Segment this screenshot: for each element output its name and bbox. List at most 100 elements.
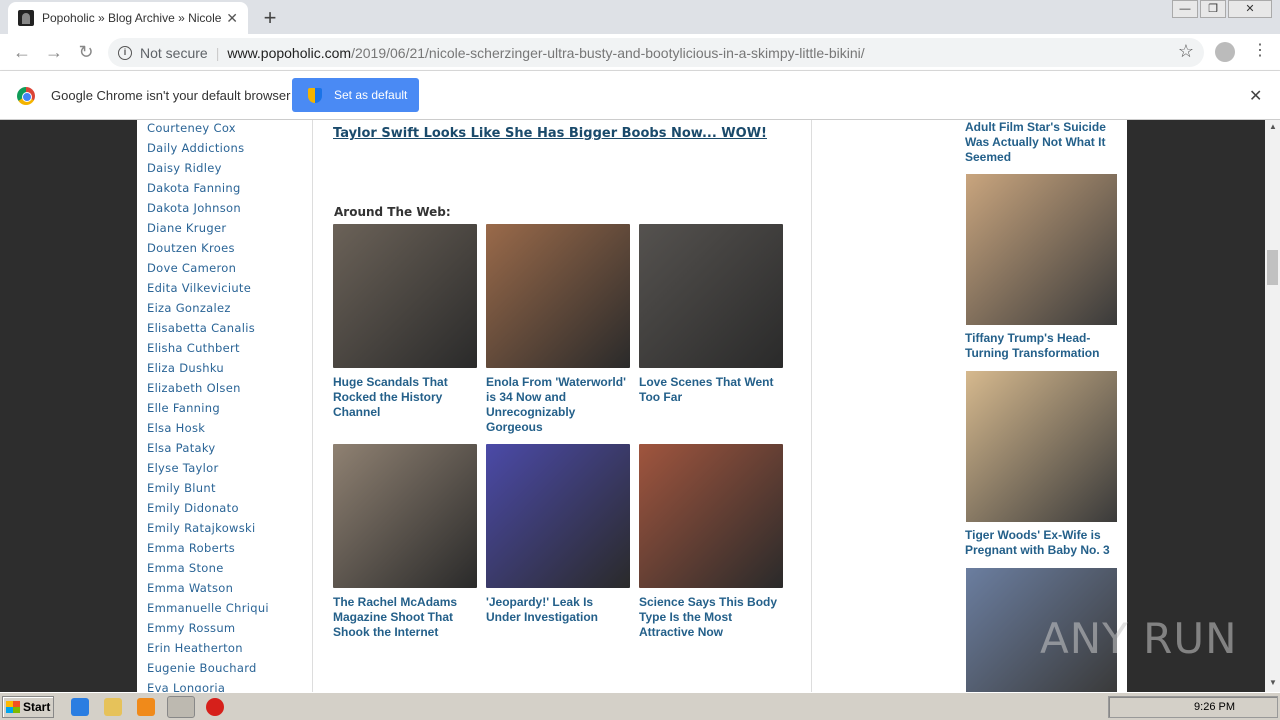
restore-button[interactable]: ❐ <box>1200 0 1226 18</box>
page-viewport: Courteney Cox Daily Addictions Daisy Ridle… <box>0 120 1280 692</box>
card-caption[interactable]: Enola From 'Waterworld' is 34 Now and Un… <box>486 375 631 435</box>
sponsored-card[interactable]: 'Jeopardy!' Leak Is Under Investigation <box>486 444 631 625</box>
category-link[interactable]: Courteney Cox <box>147 121 236 135</box>
folder-icon[interactable] <box>104 698 122 716</box>
media-player-icon[interactable] <box>137 698 155 716</box>
url-path: /2019/06/21/nicole-scherzinger-ultra-bus… <box>351 44 865 61</box>
security-label: Not secure <box>140 44 208 61</box>
site-favicon-icon <box>18 10 34 26</box>
category-link[interactable]: Edita Vilkeviciute <box>147 281 251 295</box>
scroll-up-icon[interactable]: ▲ <box>1269 122 1277 131</box>
related-post-link[interactable]: Taylor Swift Looks Like She Has Bigger B… <box>333 126 767 141</box>
sponsored-card[interactable]: Science Says This Body Type Is the Most … <box>639 444 784 640</box>
card-thumbnail[interactable] <box>486 224 630 368</box>
card-caption[interactable]: Science Says This Body Type Is the Most … <box>639 595 784 640</box>
card-caption[interactable]: 'Jeopardy!' Leak Is Under Investigation <box>486 595 631 625</box>
profile-avatar-icon[interactable] <box>1215 42 1235 62</box>
sponsored-card[interactable]: Huge Scandals That Rocked the History Ch… <box>333 224 478 420</box>
scroll-down-icon[interactable]: ▼ <box>1269 678 1277 687</box>
category-link[interactable]: Emily Blunt <box>147 481 216 495</box>
category-link[interactable]: Elsa Pataky <box>147 441 216 455</box>
page-scrollbar[interactable]: ▲ ▼ <box>1265 120 1280 692</box>
tab-title: Popoholic » Blog Archive » Nicole Scherz… <box>42 11 222 25</box>
category-link[interactable]: Diane Kruger <box>147 221 226 235</box>
category-link[interactable]: Doutzen Kroes <box>147 241 235 255</box>
sponsored-thumbnail[interactable] <box>966 371 1117 522</box>
category-link[interactable]: Eva Longoria <box>147 681 225 692</box>
omnibox-divider: | <box>215 44 220 61</box>
sponsored-card[interactable]: Enola From 'Waterworld' is 34 Now and Un… <box>486 224 631 435</box>
forward-arrow-icon[interactable]: → <box>44 42 64 63</box>
windows-logo-icon <box>6 701 20 713</box>
category-link[interactable]: Dove Cameron <box>147 261 236 275</box>
url-host: www.popoholic.com <box>227 44 352 61</box>
card-thumbnail[interactable] <box>639 224 783 368</box>
category-link[interactable]: Emma Watson <box>147 581 233 595</box>
back-arrow-icon[interactable]: ← <box>12 42 32 63</box>
opera-icon[interactable] <box>206 698 224 716</box>
sponsored-card[interactable]: The Rachel McAdams Magazine Shoot That S… <box>333 444 478 640</box>
set-as-default-button[interactable]: Set as default <box>292 78 419 112</box>
main-content: Taylor Swift Looks Like She Has Bigger B… <box>312 120 812 692</box>
tab-strip: Popoholic » Blog Archive » Nicole Scherz… <box>0 0 1280 34</box>
shield-icon <box>308 87 322 103</box>
sponsored-thumbnail[interactable] <box>966 174 1117 325</box>
category-link[interactable]: Elisha Cuthbert <box>147 341 240 355</box>
info-icon[interactable]: i <box>118 45 132 60</box>
category-link[interactable]: Elyse Taylor <box>147 461 219 475</box>
category-link[interactable]: Daisy Ridley <box>147 161 222 175</box>
tab-close-icon[interactable]: ✕ <box>226 10 238 27</box>
category-link[interactable]: Elsa Hosk <box>147 421 205 435</box>
sponsored-caption[interactable]: Tiffany Trump's Head-Turning Transformat… <box>965 331 1120 361</box>
internet-explorer-icon[interactable] <box>71 698 89 716</box>
set-as-default-label: Set as default <box>334 88 408 102</box>
category-link[interactable]: Emmanuelle Chriqui <box>147 601 269 615</box>
category-link[interactable]: Dakota Johnson <box>147 201 241 215</box>
reload-icon[interactable]: ↻ <box>76 42 96 63</box>
new-tab-button[interactable]: + <box>258 5 282 31</box>
card-thumbnail[interactable] <box>639 444 783 588</box>
category-link[interactable]: Daily Addictions <box>147 141 244 155</box>
infobar-close-icon[interactable]: ✕ <box>1249 86 1262 106</box>
clock: 9:26 PM <box>1194 701 1235 713</box>
category-link[interactable]: Erin Heatherton <box>147 641 243 655</box>
category-link[interactable]: Emily Ratajkowski <box>147 521 256 535</box>
chrome-logo-icon <box>17 87 35 105</box>
category-link[interactable]: Eiza Gonzalez <box>147 301 231 315</box>
window-close-button[interactable]: ✕ <box>1228 0 1272 18</box>
category-link[interactable]: Elle Fanning <box>147 401 220 415</box>
category-link[interactable]: Emma Stone <box>147 561 224 575</box>
card-caption[interactable]: Huge Scandals That Rocked the History Ch… <box>333 375 478 420</box>
anyrun-watermark: ANY RUN <box>1040 614 1238 663</box>
sponsored-card[interactable]: Love Scenes That Went Too Far <box>639 224 784 405</box>
card-thumbnail[interactable] <box>486 444 630 588</box>
chrome-taskbar-button[interactable] <box>167 696 195 718</box>
card-thumbnail[interactable] <box>333 444 477 588</box>
address-bar[interactable]: i Not secure | www.popoholic.com/2019/06… <box>108 38 1204 67</box>
category-link[interactable]: Eliza Dushku <box>147 361 224 375</box>
default-browser-infobar: Google Chrome isn't your default browser… <box>0 71 1280 120</box>
browser-tab[interactable]: Popoholic » Blog Archive » Nicole Scherz… <box>8 2 248 34</box>
celebrity-category-list: Courteney Cox Daily Addictions Daisy Ridle… <box>137 120 312 692</box>
start-button[interactable]: Start <box>2 696 54 718</box>
card-thumbnail[interactable] <box>333 224 477 368</box>
category-link[interactable]: Dakota Fanning <box>147 181 241 195</box>
right-spacer <box>812 120 955 692</box>
bookmark-star-icon[interactable]: ☆ <box>1178 41 1194 62</box>
category-link[interactable]: Emma Roberts <box>147 541 235 555</box>
sponsored-caption[interactable]: Tiger Woods' Ex-Wife is Pregnant with Ba… <box>965 528 1120 558</box>
category-link[interactable]: Eugenie Bouchard <box>147 661 257 675</box>
card-caption[interactable]: Love Scenes That Went Too Far <box>639 375 784 405</box>
windows-taskbar: Start 9:26 PM <box>0 692 1280 720</box>
card-caption[interactable]: The Rachel McAdams Magazine Shoot That S… <box>333 595 478 640</box>
window-controls: — ❐ ✕ <box>1170 0 1272 18</box>
sponsored-caption[interactable]: Adult Film Star's Suicide Was Actually N… <box>965 120 1120 165</box>
category-link[interactable]: Emmy Rossum <box>147 621 235 635</box>
scroll-thumb[interactable] <box>1267 250 1278 285</box>
category-link[interactable]: Elizabeth Olsen <box>147 381 241 395</box>
category-link[interactable]: Elisabetta Canalis <box>147 321 255 335</box>
minimize-button[interactable]: — <box>1172 0 1198 18</box>
menu-dots-icon[interactable]: ⋮ <box>1252 40 1268 60</box>
category-link[interactable]: Emily Didonato <box>147 501 239 515</box>
around-the-web-heading: Around The Web: <box>334 205 451 219</box>
